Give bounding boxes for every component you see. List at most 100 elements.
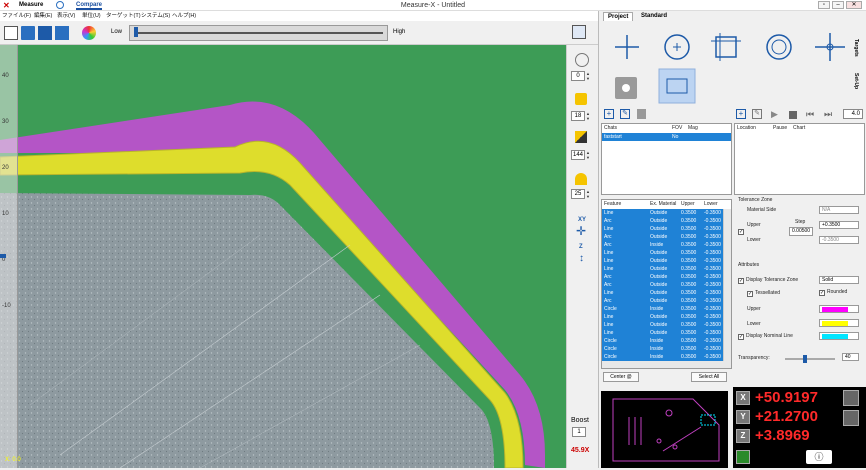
transparency-handle[interactable] xyxy=(803,355,807,363)
new-file-icon[interactable] xyxy=(4,26,18,40)
light-slider-handle[interactable] xyxy=(134,27,138,37)
y-readout: +21.2700 xyxy=(755,408,818,425)
upper-color-select[interactable] xyxy=(819,305,859,313)
table-row[interactable]: Line Outside 0.3500 -0.3500 xyxy=(602,257,723,265)
save-as-icon[interactable] xyxy=(55,26,69,40)
setup-label: Set-Up xyxy=(853,73,859,90)
add-chart-icon[interactable]: + xyxy=(604,109,614,119)
info-icon[interactable]: ⓘ xyxy=(806,450,832,464)
table-row[interactable]: Circle Inside 0.3500 -0.3500 xyxy=(602,345,723,353)
lower-color-select[interactable] xyxy=(819,319,859,327)
menu-view[interactable]: 表示(V) xyxy=(57,12,75,20)
play-icon[interactable]: ▶ xyxy=(771,109,778,119)
material-side-select[interactable]: N/A xyxy=(819,206,859,214)
tessellated-checkbox[interactable]: ✓ xyxy=(747,291,753,297)
light-slider[interactable] xyxy=(129,25,388,41)
light-value-3[interactable]: 25 xyxy=(571,189,585,199)
table-cell: 0.3500 xyxy=(681,330,697,336)
horizontal-scrollbar[interactable] xyxy=(602,361,731,368)
link-checkbox[interactable]: ✓ xyxy=(738,229,744,235)
step-input[interactable]: 0.00500 xyxy=(789,227,813,236)
spin-arrows-icon[interactable]: ▲ ▼ xyxy=(586,111,590,121)
table-row[interactable]: Arc Outside 0.3500 -0.3500 xyxy=(602,273,723,281)
menu-units[interactable]: 単位(U) xyxy=(82,12,101,20)
save-icon[interactable] xyxy=(38,26,52,40)
table-cell: Outside xyxy=(650,298,668,304)
table-row[interactable]: Arc Inside 0.3500 -0.3500 xyxy=(602,241,723,249)
zone-style-select[interactable]: Solid xyxy=(819,276,859,284)
camera-viewport[interactable]: 40 30 20 10 0 -10 X: 0.0 xyxy=(0,45,566,468)
next-icon[interactable]: ⏭ xyxy=(824,109,832,119)
z-move-icon[interactable]: ↕ xyxy=(579,253,584,265)
table-row[interactable]: Arc Outside 0.3500 -0.3500 xyxy=(602,297,723,305)
table-row[interactable]: Circle Inside 0.3500 -0.3500 xyxy=(602,337,723,345)
spin-arrows-icon[interactable]: ▲ ▼ xyxy=(586,189,590,199)
transparency-input[interactable]: 40 xyxy=(842,353,859,361)
table-row[interactable]: Line Outside 0.3500 -0.3500 xyxy=(602,225,723,233)
table-cell: 0.3500 xyxy=(681,226,697,232)
light-value-1[interactable]: 18 xyxy=(571,111,585,121)
stop-icon[interactable] xyxy=(789,111,797,119)
table-row[interactable]: Line Outside 0.3500 -0.3500 xyxy=(602,321,723,329)
table-row[interactable]: Arc Outside 0.3500 -0.3500 xyxy=(602,217,723,225)
part-minimap[interactable] xyxy=(601,391,728,468)
display-zone-checkbox[interactable]: ✓ xyxy=(738,278,744,284)
table-row[interactable]: Circle Inside 0.3500 -0.3500 xyxy=(602,353,723,361)
rounded-checkbox[interactable]: ✓ xyxy=(819,290,825,296)
minimize-button[interactable]: – xyxy=(832,1,844,9)
nominal-line-checkbox[interactable]: ✓ xyxy=(738,334,744,340)
delete-chart-icon[interactable] xyxy=(637,109,646,119)
crosshair-icon[interactable] xyxy=(575,53,589,67)
table-row[interactable]: Circle Inside 0.3500 -0.3500 xyxy=(602,305,723,313)
ring-light-icon[interactable] xyxy=(575,93,587,105)
step-label: Step xyxy=(795,219,806,225)
table-row[interactable]: Arc Outside 0.3500 -0.3500 xyxy=(602,233,723,241)
menu-target[interactable]: ターゲット(T) xyxy=(106,12,141,20)
boost-input[interactable]: 1 xyxy=(572,427,586,437)
coax-light-icon[interactable] xyxy=(575,131,587,143)
upper-tolerance-input[interactable]: +0.3500 xyxy=(819,221,859,229)
select-all-button[interactable]: Select All xyxy=(691,372,727,382)
step-value-input[interactable]: 4.0 xyxy=(843,109,863,119)
z-axis-button[interactable]: Z xyxy=(736,429,750,443)
previous-icon[interactable]: ⏮ xyxy=(806,109,814,119)
table-row[interactable]: Line Outside 0.3500 -0.3500 xyxy=(602,209,723,217)
menu-system[interactable]: システム(S) xyxy=(141,12,170,20)
spin-arrows-icon[interactable]: ▲ ▼ xyxy=(586,71,590,81)
tab-project[interactable]: Project xyxy=(603,12,634,21)
color-palette-icon[interactable] xyxy=(82,26,96,40)
menu-edit[interactable]: 編集(E) xyxy=(34,12,52,20)
table-row[interactable]: Line Outside 0.3500 -0.3500 xyxy=(602,249,723,257)
table-row[interactable]: Line Outside 0.3500 -0.3500 xyxy=(602,265,723,273)
light-value-2[interactable]: 144 xyxy=(571,150,585,160)
print-icon[interactable] xyxy=(572,25,586,39)
center-button[interactable]: Center @ xyxy=(603,372,639,382)
edit-chart-icon[interactable]: ✎ xyxy=(620,109,630,119)
menu-file[interactable]: ファイル(F) xyxy=(2,12,31,20)
menu-help[interactable]: ヘルプ(H) xyxy=(172,12,196,20)
nominal-color-select[interactable] xyxy=(819,332,859,340)
lower-tolerance-input[interactable]: -0.3500 xyxy=(819,236,859,244)
xy-move-icon[interactable]: ✛ xyxy=(576,225,586,237)
restore-button[interactable]: ▫ xyxy=(818,1,830,9)
home-icon[interactable] xyxy=(736,450,750,464)
edit-location-icon[interactable]: ✎ xyxy=(752,109,762,119)
add-location-icon[interactable]: + xyxy=(736,109,746,119)
table-row[interactable]: Arc Outside 0.3500 -0.3500 xyxy=(602,281,723,289)
table-scrollbar[interactable] xyxy=(723,209,731,361)
tab-standard[interactable]: Standard xyxy=(637,12,671,21)
back-light-icon[interactable] xyxy=(575,173,587,185)
x-zero-icon[interactable] xyxy=(843,390,859,406)
table-row[interactable]: Line Outside 0.3500 -0.3500 xyxy=(602,329,723,337)
open-file-icon[interactable] xyxy=(21,26,35,40)
table-row[interactable]: Line Outside 0.3500 -0.3500 xyxy=(602,289,723,297)
y-axis-button[interactable]: Y xyxy=(736,410,750,424)
table-row[interactable]: faststart No xyxy=(602,133,731,141)
close-button[interactable]: ✕ xyxy=(846,1,862,9)
spin-arrows-icon[interactable]: ▲ ▼ xyxy=(586,150,590,160)
y-zero-icon[interactable] xyxy=(843,410,859,426)
x-axis-button[interactable]: X xyxy=(736,391,750,405)
light-value-0[interactable]: 0 xyxy=(571,71,585,81)
table-row[interactable]: Line Outside 0.3500 -0.3500 xyxy=(602,313,723,321)
transparency-slider[interactable] xyxy=(785,355,835,363)
